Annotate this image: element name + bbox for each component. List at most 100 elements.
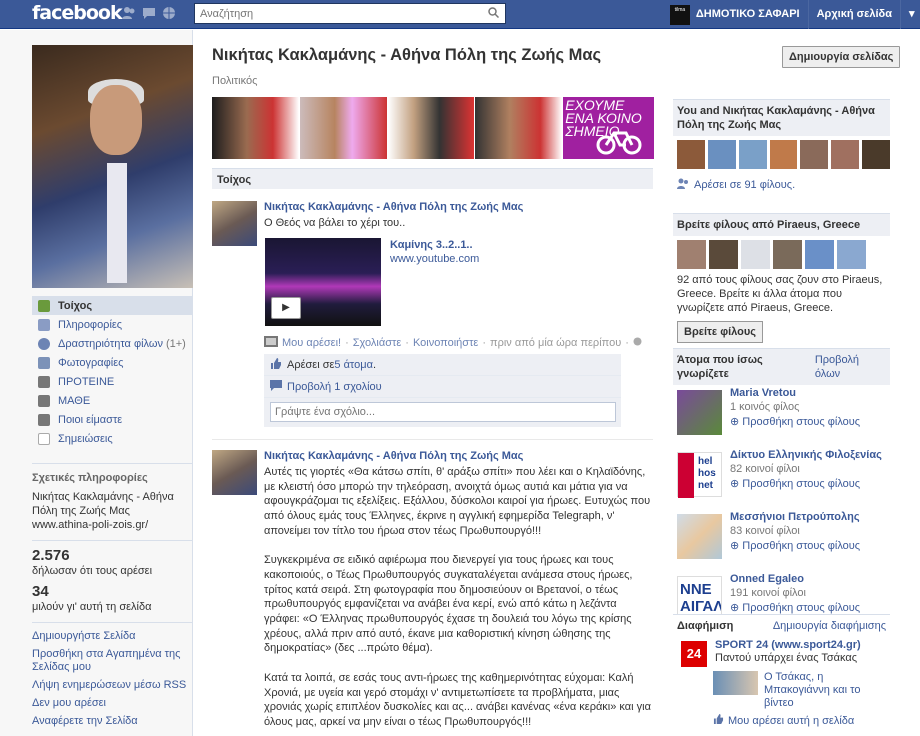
post-author-avatar[interactable] — [212, 201, 257, 246]
photo-thumbnail[interactable] — [387, 97, 475, 159]
post-author[interactable]: Νικήτας Κακλαμάνης - Αθήνα Πόλη της Ζωής… — [264, 201, 653, 213]
nav-item-wall[interactable]: Τοίχος — [32, 296, 193, 315]
report-page-link[interactable]: Αναφέρετε την Σελίδα — [32, 715, 193, 728]
page-title[interactable]: Νικήτας Κακλαμάνης - Αθήνα Πόλη της Ζωής… — [212, 46, 653, 65]
pymk-name[interactable]: Maria Vretou — [730, 387, 860, 399]
pymk-see-all-link[interactable]: Προβολή όλων — [815, 353, 886, 381]
rss-link[interactable]: Λήψη ενημερώσεων μέσω RSS — [32, 679, 193, 692]
view-comments-link[interactable]: Προβολή 1 σχολίου — [287, 381, 382, 393]
person-avatar[interactable] — [805, 240, 834, 269]
account-avatar[interactable]: tilma — [669, 4, 690, 25]
friend-avatar[interactable] — [769, 140, 798, 169]
photo-thumbnail-banner[interactable]: ΕΧΟΥΜΕ ΕΝΑ ΚΟΙΝΟ ΣΗΜΕΙΟ — [563, 97, 654, 159]
nav-label: Δραστηριότητα φίλων — [58, 337, 163, 350]
profile-picture[interactable] — [32, 45, 193, 288]
add-friend-link[interactable]: ⊕ Προσθήκη στους φίλους — [730, 601, 860, 614]
add-friend-link[interactable]: ⊕ Προσθήκη στους φίλους — [730, 415, 860, 428]
pymk-avatar[interactable] — [677, 514, 722, 559]
likes-prefix: Αρέσει σε — [287, 358, 335, 371]
friend-avatar[interactable] — [677, 140, 705, 169]
top-bar: facebook tilma ΔΗΜΟΤΙΚΟ ΣΑΦΑΡΙ Αρχική σε… — [0, 0, 920, 29]
video-thumbnail[interactable]: ▶ — [265, 238, 381, 327]
account-name-link[interactable]: ΔΗΜΟΤΙΚΟ ΣΑΦΑΡΙ — [694, 0, 808, 29]
search-icon[interactable] — [488, 7, 500, 19]
pymk-item: Μεσσήνιοι Πετρούπολης 83 κοινοί φίλοι ⊕ Πρ… — [673, 511, 890, 571]
person-avatar[interactable] — [709, 240, 738, 269]
info-website-link[interactable]: www.athina-poli-zois.gr/ — [32, 518, 193, 532]
nav-count: (1+) — [165, 337, 186, 350]
facebook-logo[interactable]: facebook — [32, 2, 123, 24]
photo-thumbnail[interactable] — [299, 97, 387, 159]
ad-logo[interactable]: 24 — [681, 641, 707, 667]
nav-label: Τοίχος — [58, 299, 93, 312]
ad-item: 24 SPORT 24 (www.sport24.gr) Παντού υπάρ… — [673, 639, 890, 667]
nav-item-who-we-are[interactable]: Ποιοι είμαστε — [32, 410, 193, 429]
pymk-mutual[interactable]: 191 κοινοί φίλοι — [730, 587, 860, 599]
nav-item-friend-activity[interactable]: Δραστηριότητα φίλων (1+) — [32, 334, 193, 353]
find-friends-button[interactable]: Βρείτε φίλους — [677, 321, 763, 343]
likes-count-link[interactable]: 5 άτομα — [334, 359, 373, 371]
add-friend-link[interactable]: ⊕ Προσθήκη στους φίλους — [730, 477, 882, 490]
nav-item-proteine[interactable]: ΠΡΟΤΕΙΝΕ — [32, 372, 193, 391]
nav-item-info[interactable]: Πληροφορίες — [32, 315, 193, 334]
person-avatar[interactable] — [773, 240, 802, 269]
video-source-link[interactable]: www.youtube.com — [390, 253, 479, 265]
app-icon — [38, 394, 50, 407]
pymk-name[interactable]: Onned Egaleo — [730, 573, 860, 585]
messages-icon[interactable] — [142, 6, 156, 20]
comment-link[interactable]: Σχολιάστε — [353, 337, 402, 349]
pymk-avatar[interactable]: hel hos net — [677, 452, 722, 498]
notifications-globe-icon[interactable] — [162, 6, 176, 20]
friend-requests-icon[interactable] — [122, 6, 136, 20]
nav-label: Φωτογραφίες — [58, 356, 124, 369]
post-author[interactable]: Νικήτας Κακλαμάνης - Αθήνα Πόλη της Ζωής… — [264, 450, 653, 462]
photo-thumbnail[interactable] — [475, 97, 563, 159]
add-friend-link[interactable]: ⊕ Προσθήκη στους φίλους — [730, 539, 860, 552]
play-icon[interactable]: ▶ — [271, 297, 301, 320]
unlike-link[interactable]: Δεν μου αρέσει — [32, 697, 193, 710]
pymk-name[interactable]: Μεσσήνιοι Πετρούπολης — [730, 511, 860, 523]
friend-avatar[interactable] — [862, 140, 891, 169]
create-page-button[interactable]: Δημιουργία σελίδας — [782, 46, 901, 68]
add-to-favorites-link[interactable]: Προσθήκη στα Αγαπημένα της Σελίδας μου — [32, 648, 193, 674]
home-link[interactable]: Αρχική σελίδα — [807, 0, 900, 29]
pymk-mutual[interactable]: 82 κοινοί φίλοι — [730, 463, 882, 475]
likes-count: 2.576 — [32, 547, 70, 564]
likes-label: δήλωσαν ότι τους αρέσει — [32, 565, 153, 577]
ad-body-link[interactable]: Ο Τσάκας, η Μπακογιάννη και το βίντεο — [764, 671, 889, 710]
create-ad-link[interactable]: Δημιουργία διαφήμισης — [773, 619, 886, 633]
pymk-mutual[interactable]: 1 κοινός φίλος — [730, 401, 860, 413]
create-page-link[interactable]: Δημιουργήστε Σελίδα — [32, 630, 193, 643]
person-avatar[interactable] — [741, 240, 770, 269]
ad-title[interactable]: SPORT 24 (www.sport24.gr) — [715, 639, 861, 651]
friend-avatar[interactable] — [831, 140, 860, 169]
person-avatar[interactable] — [837, 240, 866, 269]
nav-item-mathe[interactable]: ΜΑΘΕ — [32, 391, 193, 410]
nav-item-photos[interactable]: Φωτογραφίες — [32, 353, 193, 372]
ad-like-link[interactable]: Μου αρέσει αυτή η σελίδα — [728, 715, 854, 727]
friend-avatar[interactable] — [800, 140, 829, 169]
friend-avatar[interactable] — [707, 140, 736, 169]
ad-image-row: Ο Τσάκας, η Μπακογιάννη και το βίντεο — [713, 671, 890, 710]
person-avatar[interactable] — [677, 240, 706, 269]
post-author-avatar[interactable] — [212, 450, 257, 495]
share-link[interactable]: Κοινοποιήστε — [413, 337, 478, 349]
like-link[interactable]: Μου αρέσει! — [282, 337, 341, 349]
pymk-avatar[interactable] — [677, 390, 722, 435]
left-navigation: Τοίχος Πληροφορίες Δραστηριότητα φίλων (1… — [32, 296, 193, 448]
video-title-link[interactable]: Καμίνης 3..2..1.. — [390, 239, 473, 251]
stats-section: 2.576 δήλωσαν ότι τους αρέσει 34 μιλούν … — [32, 540, 193, 614]
ad-image[interactable] — [713, 671, 758, 695]
post-text: Αυτές τις γιορτές «Θα κάτσω σπίτι, θ' αρ… — [264, 466, 651, 728]
friends-like-link[interactable]: Αρέσει σε 91 φίλους. — [694, 179, 795, 191]
pymk-mutual[interactable]: 83 κοινοί φίλοι — [730, 525, 860, 537]
post-timestamp[interactable]: πριν από μία ώρα περίπου — [490, 337, 621, 349]
search-input[interactable] — [195, 4, 475, 23]
comment-input[interactable] — [270, 402, 616, 423]
account-dropdown-icon[interactable]: ▾ — [900, 0, 920, 29]
friend-avatar[interactable] — [738, 140, 767, 169]
page-category[interactable]: Πολιτικός — [212, 75, 653, 87]
photo-thumbnail[interactable] — [212, 97, 299, 159]
nav-item-notes[interactable]: Σημειώσεις — [32, 429, 193, 448]
pymk-name[interactable]: Δίκτυο Ελληνικής Φιλοξενίας — [730, 449, 882, 461]
